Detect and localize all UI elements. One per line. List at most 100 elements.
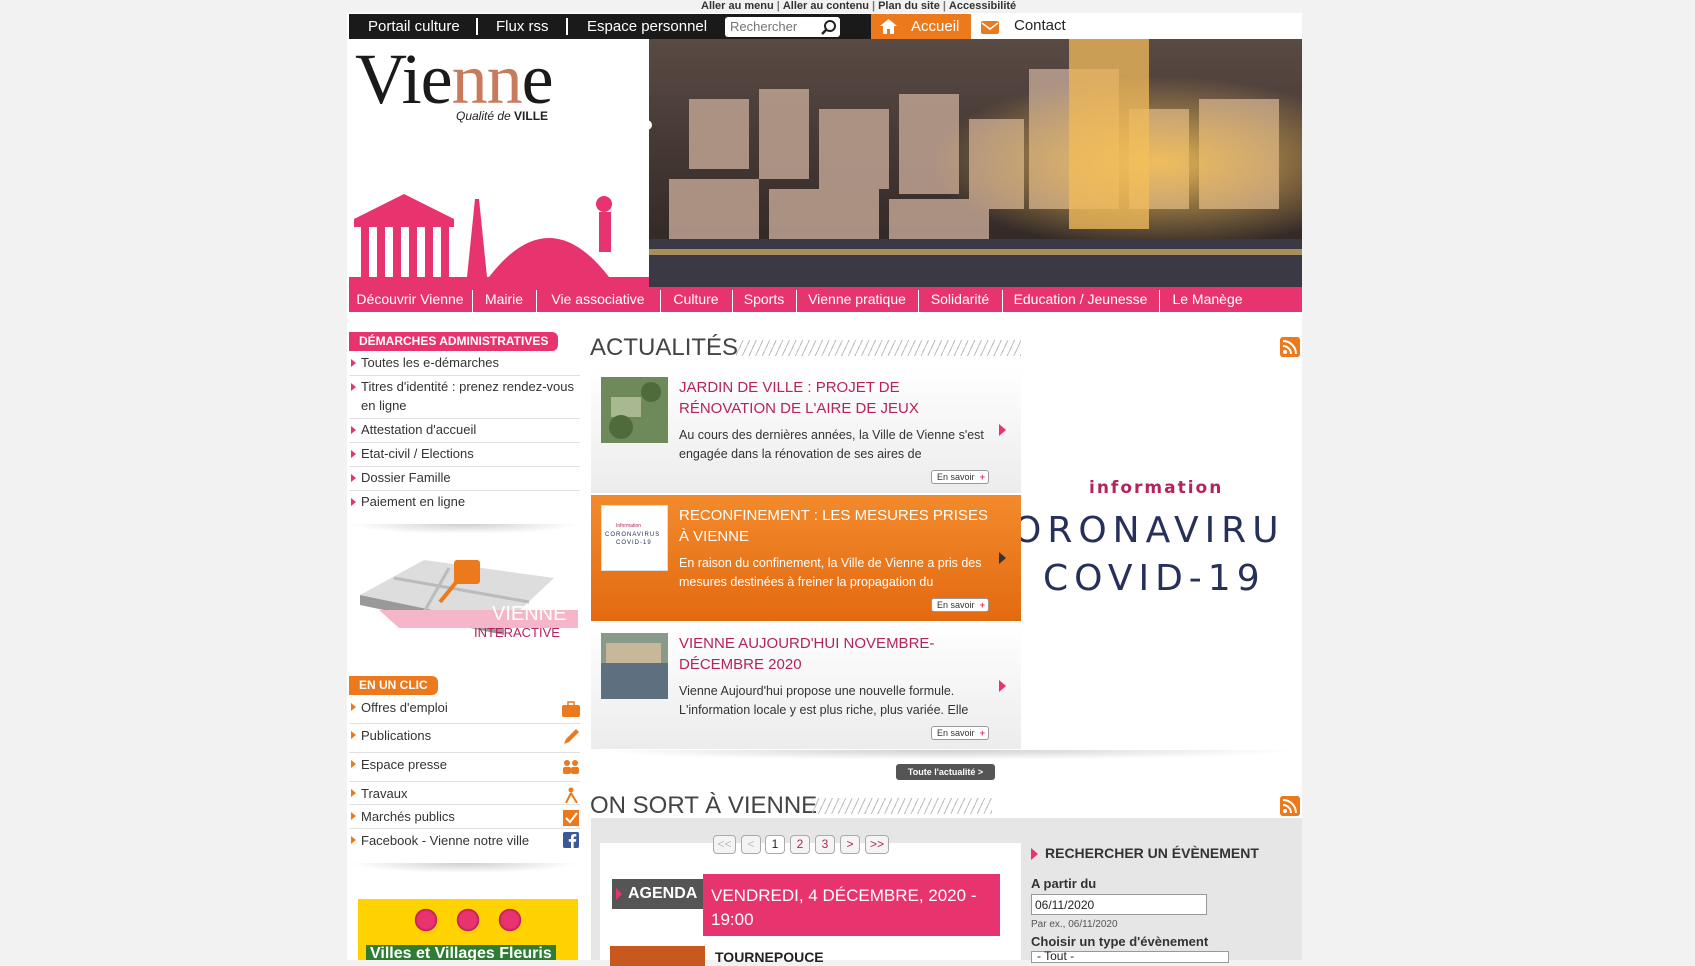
clic-marches-publics[interactable]: Marchés publics bbox=[349, 806, 580, 829]
en-savoir-plus-button[interactable]: En savoir bbox=[931, 726, 989, 740]
divider-shadow bbox=[349, 863, 580, 873]
pagination-first[interactable]: << bbox=[713, 835, 736, 854]
date-hint: Par ex., 06/11/2020 bbox=[1031, 919, 1118, 930]
event-type-value: - Tout - bbox=[1037, 949, 1075, 963]
news-title[interactable]: VIENNE AUJOURD'HUI NOVEMBRE-DÉCEMBRE 202… bbox=[679, 633, 999, 675]
header-banner: Vienne Qualité de VILLE bbox=[349, 39, 1302, 287]
contact-link[interactable]: Contact bbox=[1014, 17, 1066, 34]
agenda-badge: AGENDA bbox=[612, 879, 703, 909]
people-icon bbox=[563, 760, 579, 774]
search-box bbox=[725, 17, 840, 37]
vienne-interactive-line2: INTERACTIVE bbox=[474, 625, 560, 640]
vienne-interactive-line1: VIENNE bbox=[492, 603, 567, 625]
sitemap-link[interactable]: Plan du site bbox=[875, 0, 943, 12]
demarche-e-demarches[interactable]: Toutes les e-démarches bbox=[349, 353, 580, 376]
event-type-label: Choisir un type d'évènement bbox=[1031, 934, 1209, 949]
covid-info-label: information bbox=[1089, 478, 1224, 498]
flower-icon bbox=[497, 907, 523, 933]
clic-travaux[interactable]: Travaux bbox=[349, 783, 580, 805]
en-savoir-plus-button[interactable]: En savoir bbox=[931, 470, 989, 484]
date-from-input[interactable] bbox=[1031, 894, 1207, 915]
logo-tagline: Qualité de VILLE bbox=[456, 109, 549, 123]
home-tab[interactable]: Accueil bbox=[871, 14, 971, 40]
clic-espace-presse[interactable]: Espace presse bbox=[349, 754, 580, 782]
news-title[interactable]: RECONFINEMENT : LES MESURES PRISES À VIE… bbox=[679, 505, 999, 547]
arrow-right-icon[interactable] bbox=[999, 680, 1006, 692]
all-news-button[interactable]: Toute l'actualité > bbox=[896, 764, 995, 780]
nav-vie-associative[interactable]: Vie associative bbox=[537, 287, 659, 312]
demarche-etat-civil[interactable]: Etat-civil / Elections bbox=[349, 444, 580, 467]
clic-offres-emploi[interactable]: Offres d'emploi bbox=[349, 697, 580, 724]
nav-culture[interactable]: Culture bbox=[661, 287, 731, 312]
villes-fleuris-badge[interactable]: Villes et Villages Fleuris bbox=[358, 899, 578, 960]
rss-icon[interactable] bbox=[1280, 796, 1300, 816]
event-type-select[interactable]: - Tout - bbox=[1031, 949, 1229, 963]
news-item-highlighted[interactable]: Information CORONAVIRUS COVID-19 RECONFI… bbox=[591, 495, 1021, 621]
title-hatching bbox=[736, 340, 1021, 356]
nav-le-manege[interactable]: Le Manège bbox=[1160, 287, 1255, 312]
covid-banner-image[interactable]: information ORONAVIRU COVID-19 bbox=[1021, 370, 1302, 750]
date-from-label: A partir du bbox=[1031, 876, 1097, 891]
clic-publications[interactable]: Publications bbox=[349, 725, 580, 753]
skip-to-content-link[interactable]: Aller au contenu bbox=[780, 0, 872, 12]
news-item[interactable]: JARDIN DE VILLE : PROJET DE RÉNOVATION D… bbox=[591, 367, 1021, 493]
flux-rss-link[interactable]: Flux rss bbox=[496, 18, 549, 35]
event-search-title: RECHERCHER UN ÉVÈNEMENT bbox=[1031, 845, 1259, 861]
separator bbox=[566, 18, 568, 35]
demarches-heading: DÉMARCHES ADMINISTRATIVES bbox=[349, 332, 559, 351]
checkbox-icon bbox=[563, 810, 579, 826]
divider-shadow bbox=[591, 750, 1302, 760]
nav-decouvrir-vienne[interactable]: Découvrir Vienne bbox=[349, 287, 471, 312]
demarche-dossier-famille[interactable]: Dossier Famille bbox=[349, 468, 580, 491]
en-savoir-plus-button[interactable]: En savoir bbox=[931, 598, 989, 612]
news-title[interactable]: JARDIN DE VILLE : PROJET DE RÉNOVATION D… bbox=[679, 377, 999, 419]
main-nav: Découvrir Vienne Mairie Vie associative … bbox=[349, 287, 1302, 312]
arrow-right-icon[interactable] bbox=[999, 552, 1006, 564]
search-icon[interactable] bbox=[821, 19, 837, 35]
skip-links: Aller au menu | Aller au contenu | Plan du s… bbox=[698, 0, 1019, 12]
envelope-icon[interactable] bbox=[981, 18, 999, 34]
monuments-silhouette bbox=[349, 194, 649, 287]
news-item[interactable]: VIENNE AUJOURD'HUI NOVEMBRE-DÉCEMBRE 202… bbox=[591, 623, 1021, 749]
vienne-logo[interactable]: Vienne bbox=[355, 43, 554, 115]
accessibility-link[interactable]: Accessibilité bbox=[946, 0, 1019, 12]
city-night-photo bbox=[649, 39, 1302, 287]
nav-vienne-pratique[interactable]: Vienne pratique bbox=[797, 287, 917, 312]
home-icon bbox=[880, 19, 897, 34]
covid-line2: COVID-19 bbox=[1043, 558, 1266, 599]
news-excerpt: Au cours des dernières années, la Ville … bbox=[679, 428, 984, 461]
nav-education-jeunesse[interactable]: Education / Jeunesse bbox=[1003, 287, 1158, 312]
vienne-interactive-banner[interactable]: VIENNE INTERACTIVE bbox=[354, 550, 582, 650]
pagination-page-2[interactable]: 2 bbox=[790, 835, 810, 854]
search-input[interactable] bbox=[730, 19, 820, 34]
nav-solidarite[interactable]: Solidarité bbox=[919, 287, 1001, 312]
news-thumbnail bbox=[601, 377, 668, 443]
pagination-prev[interactable]: < bbox=[741, 835, 761, 854]
flower-icon bbox=[455, 907, 481, 933]
worker-icon bbox=[565, 787, 578, 803]
skip-to-menu-link[interactable]: Aller au menu bbox=[698, 0, 777, 12]
actualites-title: ACTUALITÉS bbox=[590, 334, 739, 361]
news-thumbnail bbox=[601, 633, 668, 699]
rss-icon[interactable] bbox=[1280, 337, 1300, 357]
sortir-title: ON SORT À VIENNE bbox=[590, 792, 818, 819]
event-thumbnail[interactable] bbox=[610, 946, 705, 966]
news-excerpt: En raison du confinement, la Ville de Vi… bbox=[679, 556, 982, 589]
divider-shadow bbox=[349, 524, 580, 534]
portail-culture-link[interactable]: Portail culture bbox=[368, 18, 460, 35]
event-title[interactable]: TOURNEPOUCE bbox=[715, 949, 824, 965]
news-thumbnail: Information CORONAVIRUS COVID-19 bbox=[601, 505, 668, 571]
espace-personnel-link[interactable]: Espace personnel bbox=[587, 18, 707, 35]
pagination-page-3[interactable]: 3 bbox=[815, 835, 835, 854]
nav-mairie[interactable]: Mairie bbox=[473, 287, 535, 312]
arrow-right-icon[interactable] bbox=[999, 424, 1006, 436]
demarche-titres-identite[interactable]: Titres d'identité : prenez rendez-vous e… bbox=[349, 377, 580, 419]
nav-sports[interactable]: Sports bbox=[733, 287, 795, 312]
demarche-paiement-en-ligne[interactable]: Paiement en ligne bbox=[349, 492, 580, 515]
briefcase-icon bbox=[562, 701, 580, 717]
demarche-attestation-accueil[interactable]: Attestation d'accueil bbox=[349, 420, 580, 443]
clic-facebook[interactable]: Facebook - Vienne notre ville bbox=[349, 830, 580, 855]
pagination-last[interactable]: >> bbox=[865, 835, 889, 854]
pagination-page-1[interactable]: 1 bbox=[765, 835, 785, 854]
pagination-next[interactable]: > bbox=[840, 835, 860, 854]
